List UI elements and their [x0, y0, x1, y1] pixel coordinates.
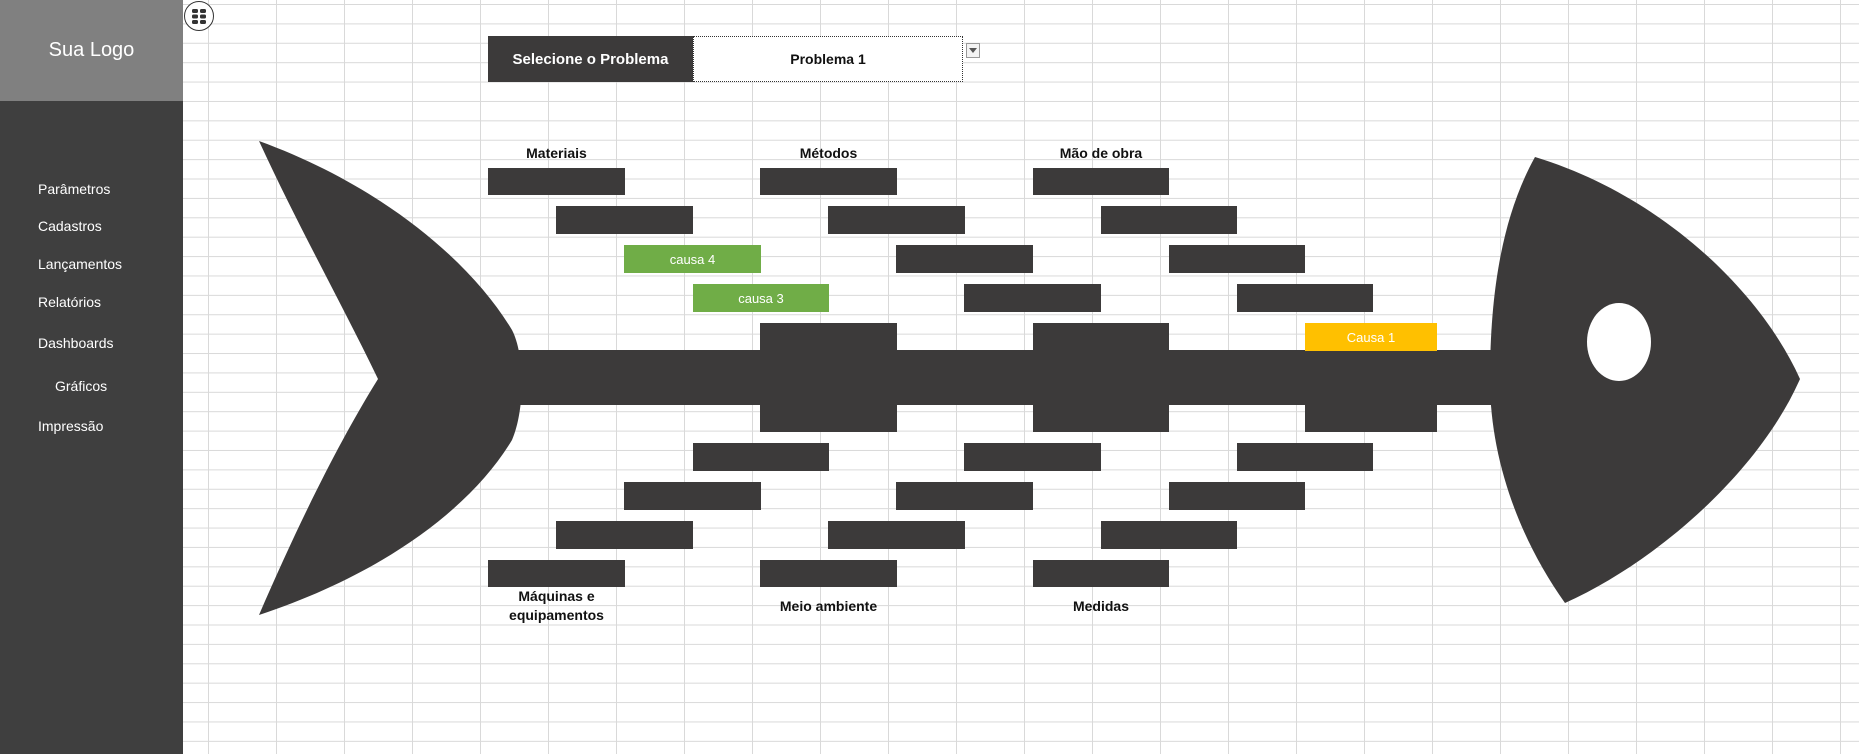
bone-bar — [1033, 168, 1169, 195]
bone-bar — [896, 245, 1033, 273]
category-materiais: Materiais — [526, 145, 587, 161]
bone-bar — [556, 521, 693, 549]
bone-bar — [828, 206, 965, 234]
fish-head — [1490, 157, 1800, 603]
bone-bar — [828, 521, 965, 549]
bone-bar — [556, 206, 693, 234]
cause-cell-causa-1[interactable]: Causa 1 — [1305, 323, 1437, 351]
bone-bar — [964, 443, 1101, 471]
problem-selector-label: Selecione o Problema — [488, 36, 693, 82]
category-meio-ambiente: Meio ambiente — [779, 598, 878, 614]
category-maquinas: Máquinas e equipamentos — [488, 587, 625, 625]
bone-bar — [1237, 284, 1373, 312]
bone-bar — [1101, 206, 1237, 234]
chevron-down-icon — [969, 48, 977, 53]
bone-bar — [1237, 443, 1373, 471]
bone-bar — [488, 560, 625, 587]
cause-cell-causa-3[interactable]: causa 3 — [693, 284, 829, 312]
spine-block — [760, 323, 897, 432]
cause-cell-causa-4[interactable]: causa 4 — [624, 245, 761, 273]
bone-bar — [760, 168, 897, 195]
category-maquinas-line2: equipamentos — [509, 607, 604, 623]
bone-bar — [760, 560, 897, 587]
bone-bar — [1033, 560, 1169, 587]
dropdown-arrow-icon[interactable] — [966, 43, 980, 58]
bone-bar — [896, 482, 1033, 510]
category-metodos: Métodos — [799, 145, 858, 161]
category-maquinas-line1: Máquinas e — [518, 588, 595, 604]
spine-block — [1305, 350, 1437, 432]
category-medidas: Medidas — [1072, 598, 1129, 614]
bone-bar — [1169, 245, 1305, 273]
bone-bar — [624, 482, 761, 510]
bone-bar — [1169, 482, 1305, 510]
problem-select[interactable]: Problema 1 — [693, 36, 963, 82]
bone-bar — [1101, 521, 1237, 549]
bone-bar — [488, 168, 625, 195]
spine-block — [1033, 323, 1169, 432]
fish-eye — [1587, 303, 1651, 381]
bone-bar — [693, 443, 829, 471]
fish-tail — [259, 141, 522, 615]
category-mao-de-obra: Mão de obra — [1059, 145, 1143, 161]
bone-bar — [964, 284, 1101, 312]
fishbone-diagram — [259, 141, 1800, 615]
